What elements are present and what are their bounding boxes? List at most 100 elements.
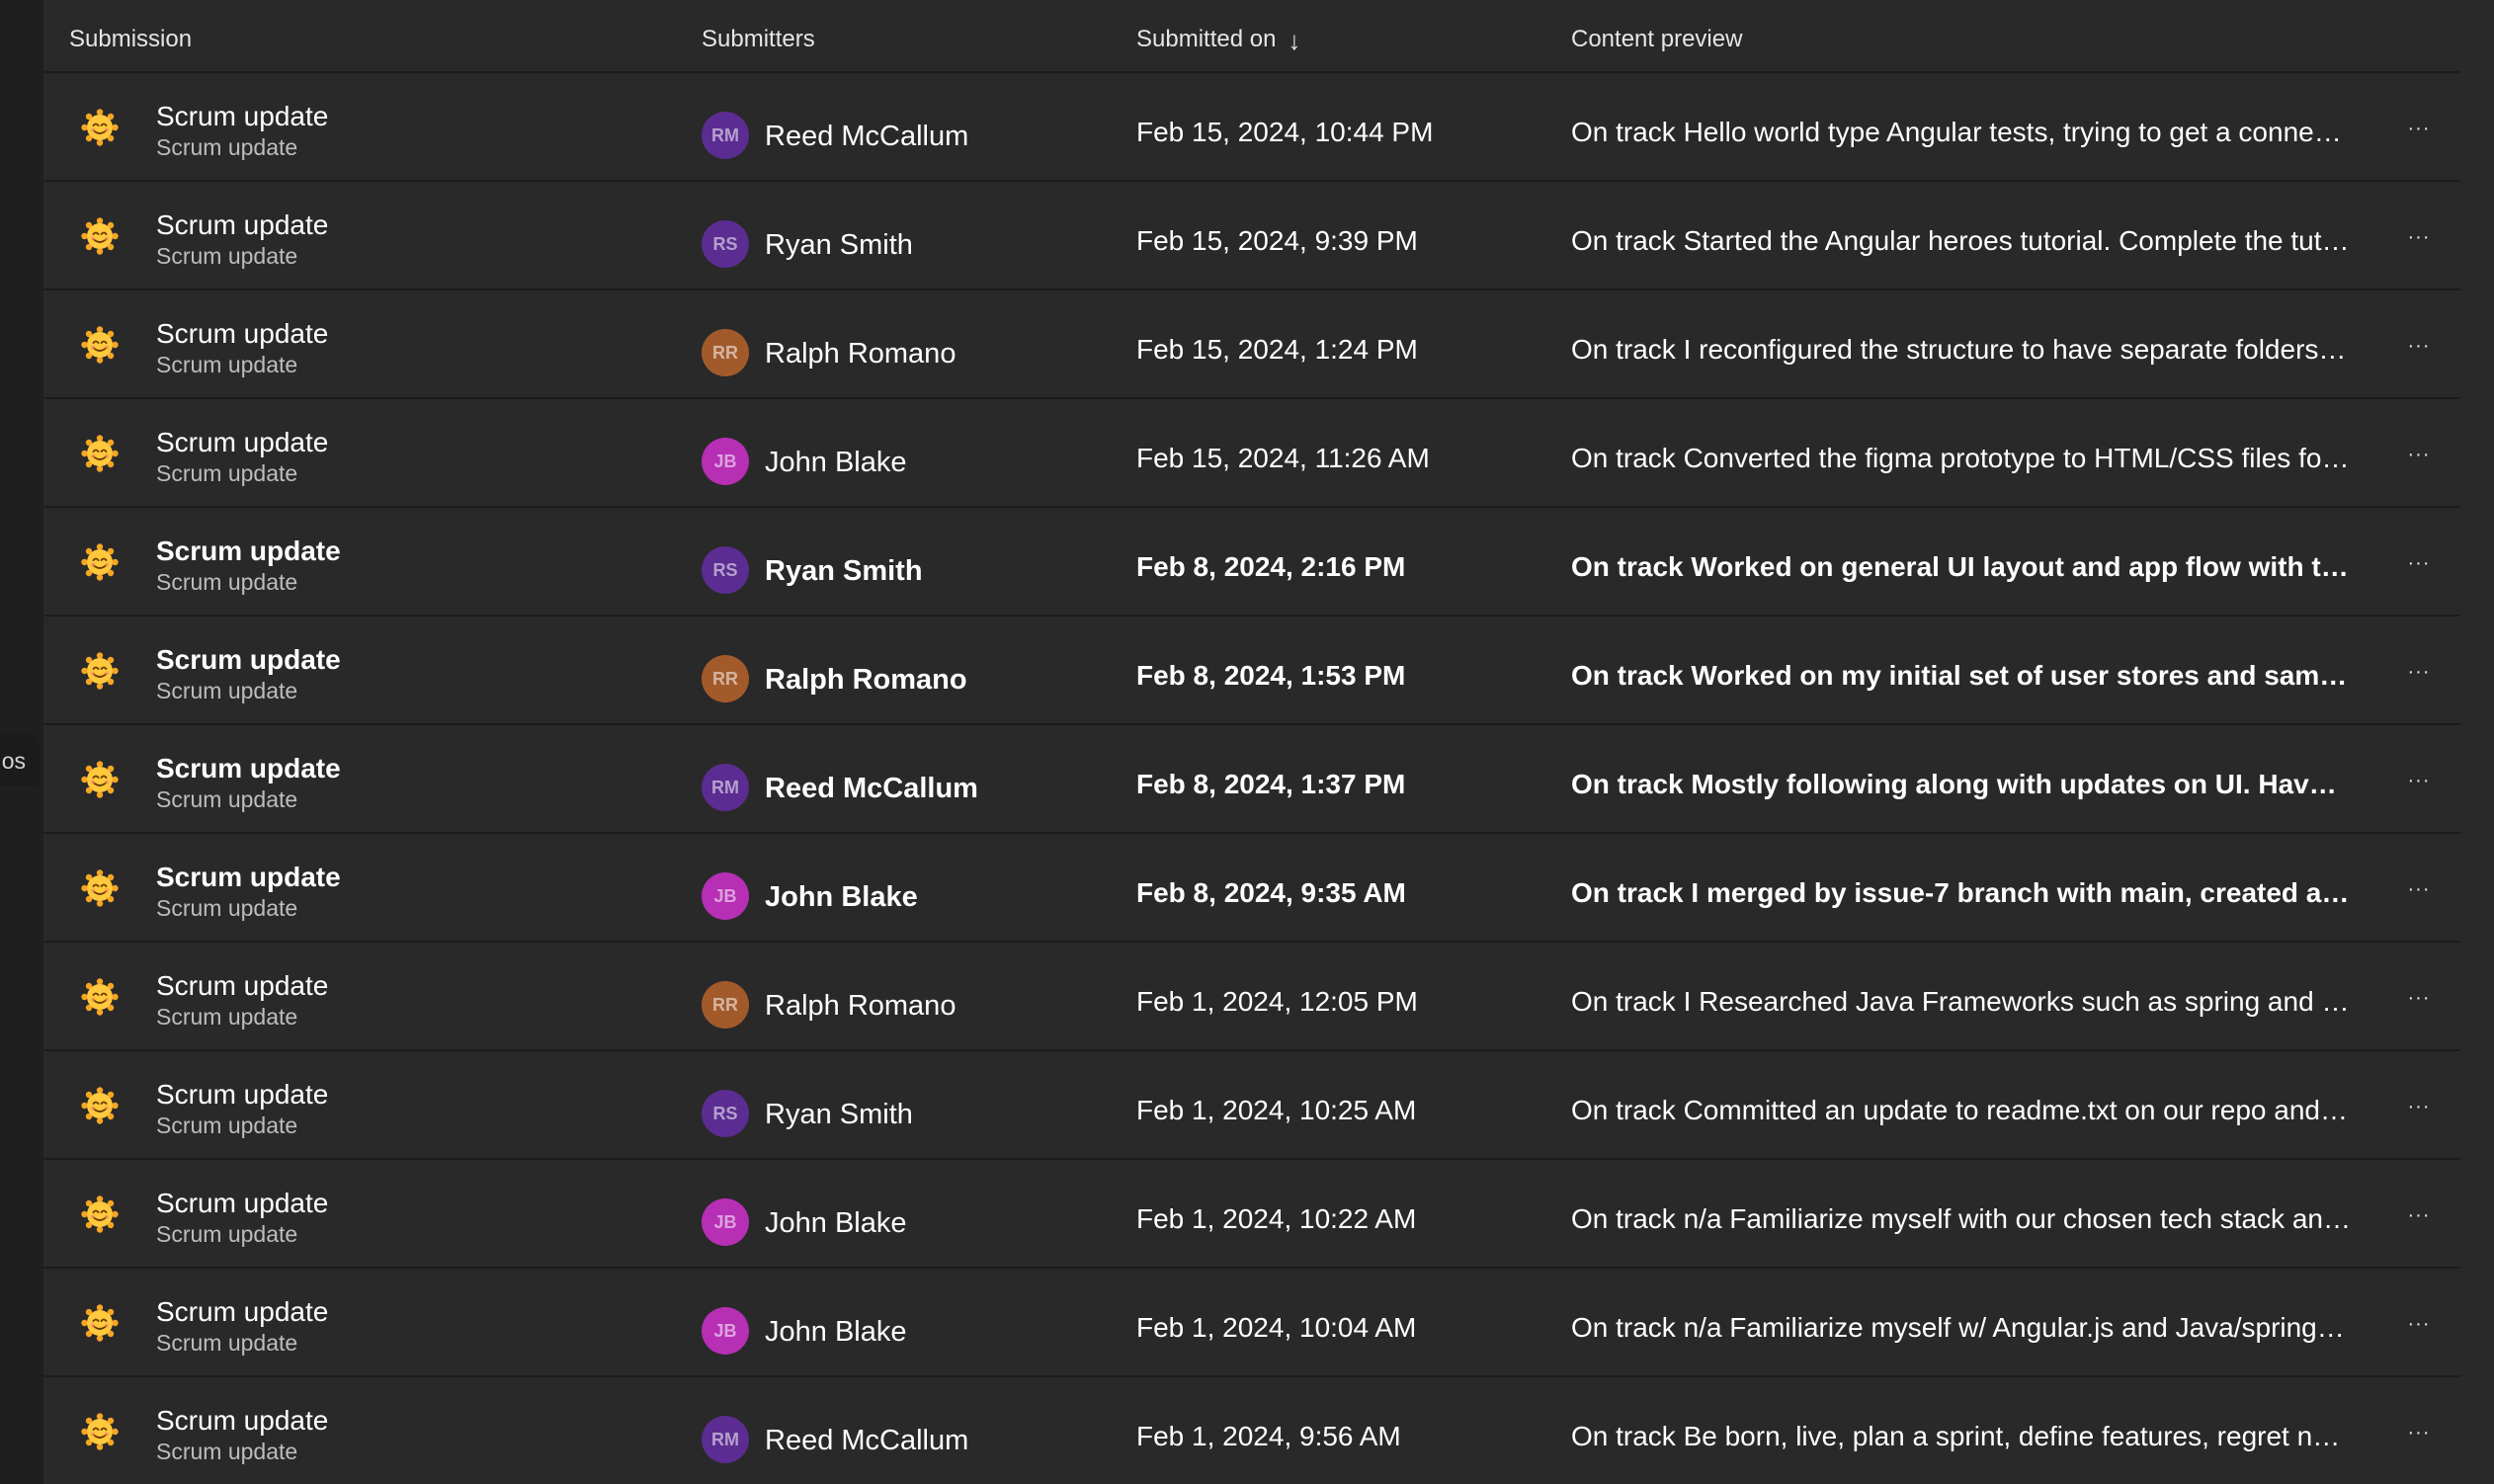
more-options-icon[interactable]: ···: [2403, 1199, 2435, 1231]
submission-subtitle: Scrum update: [156, 1330, 298, 1356]
content-preview: On track Mostly following along with upd…: [1571, 769, 2352, 799]
table-header: Submission Submitters Submitted on ↓ Cont…: [43, 0, 2460, 73]
submission-title[interactable]: Scrum update: [156, 862, 341, 893]
avatar: RM: [702, 1416, 749, 1463]
more-options-icon[interactable]: ···: [2403, 765, 2435, 796]
more-options-icon[interactable]: ···: [2403, 439, 2435, 470]
submitted-date: Feb 15, 2024, 1:24 PM: [1136, 334, 1418, 365]
table-row[interactable]: Scrum update Scrum update RS Ryan Smith …: [43, 508, 2460, 617]
submission-subtitle: Scrum update: [156, 895, 298, 921]
submitter-name: John Blake: [765, 447, 907, 478]
table-row[interactable]: Scrum update Scrum update JB John Blake …: [43, 1160, 2460, 1269]
submitter-name: Reed McCallum: [765, 121, 969, 152]
content-preview: On track Hello world type Angular tests,…: [1571, 117, 2352, 147]
submitter-name: Ralph Romano: [765, 664, 967, 696]
avatar: JB: [702, 438, 749, 485]
submission-title[interactable]: Scrum update: [156, 536, 341, 567]
content-preview: On track I Researched Java Frameworks su…: [1571, 986, 2352, 1017]
smiling-face-icon: [81, 217, 119, 255]
smiling-face-icon: [81, 109, 119, 146]
content-preview: On track Committed an update to readme.t…: [1571, 1095, 2352, 1125]
smiling-face-icon: [81, 1304, 119, 1342]
table-row[interactable]: Scrum update Scrum update RM Reed McCall…: [43, 1377, 2460, 1484]
submission-title[interactable]: Scrum update: [156, 1405, 328, 1437]
submitted-date: Feb 15, 2024, 10:44 PM: [1136, 117, 1434, 147]
table-row[interactable]: Scrum update Scrum update RR Ralph Roman…: [43, 617, 2460, 725]
content-preview: On track Worked on general UI layout and…: [1571, 551, 2352, 582]
submitted-date: Feb 1, 2024, 10:04 AM: [1136, 1312, 1417, 1343]
table-row[interactable]: Scrum update Scrum update RM Reed McCall…: [43, 73, 2460, 182]
submission-title[interactable]: Scrum update: [156, 644, 341, 676]
more-options-icon[interactable]: ···: [2403, 330, 2435, 362]
column-header-submitted-on[interactable]: Submitted on ↓: [1136, 0, 1300, 71]
smiling-face-icon: [81, 978, 119, 1016]
smiling-face-icon: [81, 435, 119, 472]
table-body: Scrum update Scrum update RM Reed McCall…: [43, 73, 2460, 1484]
submission-title[interactable]: Scrum update: [156, 101, 328, 132]
avatar: JB: [702, 1307, 749, 1355]
submitted-date: Feb 15, 2024, 9:39 PM: [1136, 225, 1418, 256]
table-row[interactable]: Scrum update Scrum update JB John Blake …: [43, 834, 2460, 943]
submission-subtitle: Scrum update: [156, 134, 298, 160]
submission-subtitle: Scrum update: [156, 1439, 298, 1464]
submission-subtitle: Scrum update: [156, 678, 298, 703]
submitter-name: John Blake: [765, 881, 918, 913]
column-header-submitted-on-label: Submitted on: [1136, 26, 1277, 52]
arrow-down-icon[interactable]: ↓: [1288, 1, 1300, 80]
more-options-icon[interactable]: ···: [2403, 113, 2435, 144]
avatar: JB: [702, 872, 749, 920]
more-options-icon[interactable]: ···: [2403, 1091, 2435, 1122]
submitter-name: Ryan Smith: [765, 555, 923, 587]
table-row[interactable]: Scrum update Scrum update RS Ryan Smith …: [43, 182, 2460, 290]
submission-title[interactable]: Scrum update: [156, 318, 328, 350]
submissions-table: Submission Submitters Submitted on ↓ Cont…: [43, 0, 2460, 1484]
submission-title[interactable]: Scrum update: [156, 1079, 328, 1111]
table-row[interactable]: Scrum update Scrum update JB John Blake …: [43, 1269, 2460, 1377]
more-options-icon[interactable]: ···: [2403, 656, 2435, 688]
table-row[interactable]: Scrum update Scrum update RM Reed McCall…: [43, 725, 2460, 834]
submission-subtitle: Scrum update: [156, 1113, 298, 1138]
more-options-icon[interactable]: ···: [2403, 982, 2435, 1014]
submitter-name: John Blake: [765, 1316, 907, 1348]
smiling-face-icon: [81, 326, 119, 364]
smiling-face-icon: [81, 543, 119, 581]
submitted-date: Feb 8, 2024, 9:35 AM: [1136, 877, 1406, 908]
submitter-name: Ryan Smith: [765, 1099, 913, 1130]
content-preview: On track n/a Familiarize myself w/ Angul…: [1571, 1312, 2352, 1343]
avatar: RS: [702, 220, 749, 268]
more-options-icon[interactable]: ···: [2403, 221, 2435, 253]
avatar: RR: [702, 981, 749, 1029]
table-row[interactable]: Scrum update Scrum update RR Ralph Roman…: [43, 943, 2460, 1051]
column-header-submitters[interactable]: Submitters: [702, 0, 815, 71]
submission-title[interactable]: Scrum update: [156, 209, 328, 241]
submission-subtitle: Scrum update: [156, 1004, 298, 1030]
submitted-date: Feb 1, 2024, 10:25 AM: [1136, 1095, 1417, 1125]
submitter-name: John Blake: [765, 1207, 907, 1239]
submission-title[interactable]: Scrum update: [156, 427, 328, 458]
smiling-face-icon: [81, 1087, 119, 1124]
submission-title[interactable]: Scrum update: [156, 970, 328, 1002]
side-tab-label: os: [1, 748, 26, 774]
more-options-icon[interactable]: ···: [2403, 873, 2435, 905]
column-header-submission[interactable]: Submission: [69, 0, 192, 71]
column-header-content-preview[interactable]: Content preview: [1571, 0, 1742, 71]
more-options-icon[interactable]: ···: [2403, 1417, 2435, 1448]
smiling-face-icon: [81, 761, 119, 798]
table-row[interactable]: Scrum update Scrum update RR Ralph Roman…: [43, 290, 2460, 399]
smiling-face-icon: [81, 869, 119, 907]
submission-title[interactable]: Scrum update: [156, 753, 341, 784]
table-row[interactable]: Scrum update Scrum update RS Ryan Smith …: [43, 1051, 2460, 1160]
avatar: RM: [702, 112, 749, 159]
content-preview: On track Be born, live, plan a sprint, d…: [1571, 1421, 2352, 1451]
submitted-date: Feb 8, 2024, 1:37 PM: [1136, 769, 1406, 799]
table-row[interactable]: Scrum update Scrum update JB John Blake …: [43, 399, 2460, 508]
avatar: JB: [702, 1198, 749, 1246]
more-options-icon[interactable]: ···: [2403, 1308, 2435, 1340]
submission-title[interactable]: Scrum update: [156, 1296, 328, 1328]
avatar: RR: [702, 329, 749, 376]
submission-title[interactable]: Scrum update: [156, 1188, 328, 1219]
more-options-icon[interactable]: ···: [2403, 547, 2435, 579]
submission-subtitle: Scrum update: [156, 460, 298, 486]
side-tab[interactable]: os: [0, 735, 40, 786]
submissions-page: os Submission Submitters Submitted on ↓ C…: [0, 0, 2494, 1484]
